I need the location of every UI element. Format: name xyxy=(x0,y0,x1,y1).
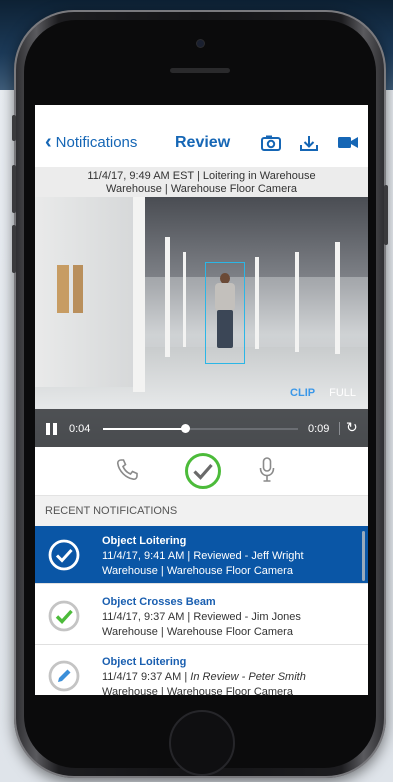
mute-switch xyxy=(12,115,16,141)
person-legs xyxy=(217,310,233,348)
notification-review-status: In Review - Peter Smith xyxy=(190,671,306,683)
clip-button[interactable]: CLIP xyxy=(290,387,315,399)
power-button xyxy=(384,185,388,245)
scrubber-handle[interactable] xyxy=(180,424,190,433)
back-button[interactable]: ‹ Notifications xyxy=(45,131,138,153)
clip-full-toggle: CLIP FULL xyxy=(290,387,356,399)
video-left-wall xyxy=(35,197,135,387)
event-info-bar: 11/4/17, 9:49 AM EST | Loitering in Ware… xyxy=(35,167,368,197)
list-item[interactable]: Object Loitering 11/4/17, 9:41 AM | Revi… xyxy=(35,526,368,584)
notification-detail: 11/4/17, 9:41 AM | Reviewed - Jeff Wrigh… xyxy=(102,550,304,562)
phone-icon[interactable] xyxy=(115,458,139,482)
event-info-line1: 11/4/17, 9:49 AM EST | Loitering in Ware… xyxy=(87,170,316,182)
detection-bounding-box xyxy=(205,262,245,364)
controls-divider xyxy=(339,422,340,435)
list-item[interactable]: Object Crosses Beam 11/4/17, 9:37 AM | R… xyxy=(35,587,368,645)
video-pillar xyxy=(335,242,340,354)
pencil-circle-icon xyxy=(48,660,80,692)
notification-detail: 11/4/17 9:37 AM | In Review - Peter Smit… xyxy=(102,671,306,683)
scrubber-track[interactable] xyxy=(103,424,298,433)
video-camera-icon[interactable] xyxy=(337,135,359,150)
event-info-line2: Warehouse | Warehouse Floor Camera xyxy=(106,183,297,195)
list-scrollbar[interactable] xyxy=(362,531,365,581)
notification-detail-time: 11/4/17 9:37 AM | xyxy=(102,671,191,683)
check-icon[interactable] xyxy=(184,452,222,490)
page-title: Review xyxy=(175,134,231,151)
video-door-2 xyxy=(73,265,83,313)
home-button[interactable] xyxy=(169,710,235,776)
check-circle-icon xyxy=(48,539,80,571)
person-body xyxy=(215,283,235,311)
notification-title: Object Loitering xyxy=(102,656,187,668)
front-camera xyxy=(197,40,204,47)
earpiece-speaker xyxy=(170,68,230,73)
notification-detail: 11/4/17, 9:37 AM | Reviewed - Jim Jones xyxy=(102,611,301,623)
camera-snapshot-icon[interactable] xyxy=(261,135,281,151)
video-player[interactable]: CLIP FULL 0:04 0:09 ↻ xyxy=(35,197,368,447)
download-icon[interactable] xyxy=(299,135,319,152)
video-pillar xyxy=(295,252,299,352)
replay-icon[interactable]: ↻ xyxy=(346,419,358,436)
video-pillar xyxy=(133,197,145,392)
notification-location: Warehouse | Warehouse Floor Camera xyxy=(102,565,293,577)
back-label: Notifications xyxy=(55,134,138,151)
current-time: 0:04 xyxy=(69,423,91,435)
volume-up-button xyxy=(12,165,16,213)
navigation-bar: ‹ Notifications Review xyxy=(35,105,368,167)
full-button[interactable]: FULL xyxy=(329,387,356,399)
volume-down-button xyxy=(12,225,16,273)
scrubber-progress xyxy=(103,428,185,430)
video-pillar xyxy=(183,252,186,347)
pause-icon[interactable] xyxy=(46,423,58,435)
check-circle-icon xyxy=(48,600,80,632)
notification-title: Object Crosses Beam xyxy=(102,596,216,608)
app-screen: ‹ Notifications Review 11/4/17, 9:49 AM … xyxy=(35,105,368,695)
notification-title: Object Loitering xyxy=(102,535,187,547)
notification-location: Warehouse | Warehouse Floor Camera xyxy=(102,686,293,695)
list-item[interactable]: Object Loitering 11/4/17 9:37 AM | In Re… xyxy=(35,647,368,695)
recent-notifications-header: RECENT NOTIFICATIONS xyxy=(35,496,368,526)
video-door xyxy=(57,265,69,313)
notification-location: Warehouse | Warehouse Floor Camera xyxy=(102,626,293,638)
microphone-icon[interactable] xyxy=(259,457,275,483)
action-row xyxy=(35,447,368,496)
total-time: 0:09 xyxy=(308,423,330,435)
chevron-left-icon: ‹ xyxy=(45,131,52,153)
video-pillar xyxy=(255,257,259,349)
video-pillar xyxy=(165,237,170,357)
